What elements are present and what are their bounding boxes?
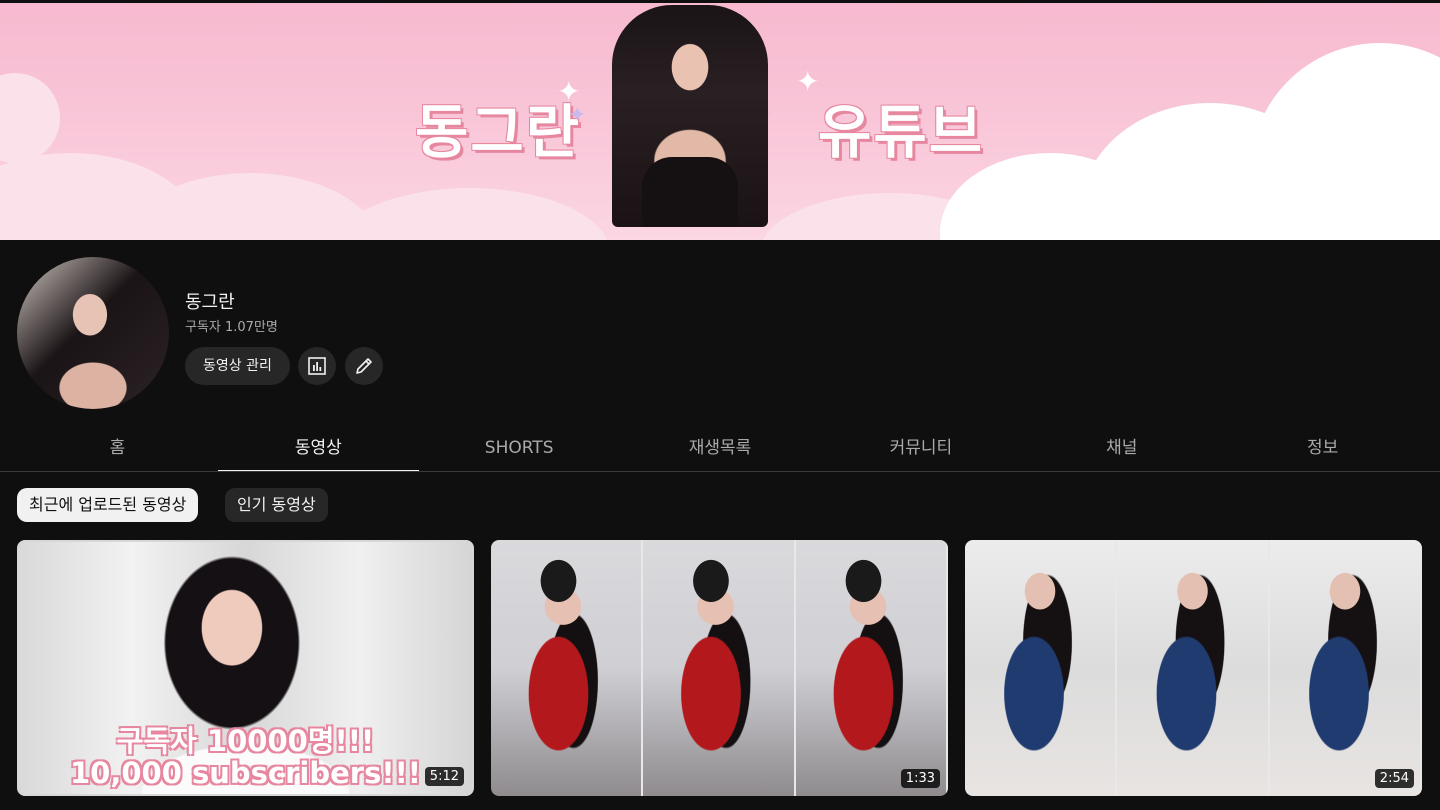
analytics-icon xyxy=(308,357,326,375)
channel-name: 동그란 xyxy=(185,292,235,313)
thumbnail-panel xyxy=(643,540,796,796)
thumbnail-panel xyxy=(1269,540,1422,796)
cloud-decoration xyxy=(330,188,610,240)
video-duration: 2:54 xyxy=(1374,769,1414,788)
thumbnail-panel xyxy=(1117,540,1270,796)
thumbnail-panel xyxy=(795,540,948,796)
tab-about[interactable]: 정보 xyxy=(1222,425,1423,471)
customize-channel-button[interactable] xyxy=(345,347,383,385)
tab-playlists[interactable]: 재생목록 xyxy=(620,425,821,471)
tab-shorts[interactable]: SHORTS xyxy=(419,425,620,471)
pencil-icon xyxy=(356,358,372,374)
subscriber-count: 구독자 1.07만명 xyxy=(185,320,278,335)
video-thumbnail[interactable]: 구독자 10000명!!! 10,000 subscribers!!! 5:12 xyxy=(17,540,474,796)
thumbnail-caption: 10,000 subscribers!!! xyxy=(69,756,422,790)
tab-videos[interactable]: 동영상 xyxy=(217,425,419,472)
tab-channels[interactable]: 채널 xyxy=(1021,425,1222,471)
tab-community[interactable]: 커뮤니티 xyxy=(820,425,1021,471)
video-thumbnail[interactable]: 2:54 xyxy=(965,540,1422,796)
video-duration: 1:33 xyxy=(900,769,940,788)
cloud-decoration xyxy=(0,73,60,163)
cloud-decoration xyxy=(1250,43,1440,240)
thumbnail-caption: 구독자 10000명!!! xyxy=(116,724,375,758)
channel-tabs: 홈 동영상 SHORTS 재생목록 커뮤니티 채널 정보 xyxy=(17,425,1423,472)
analytics-button[interactable] xyxy=(298,347,336,385)
chip-popular[interactable]: 인기 동영상 xyxy=(225,488,328,522)
video-duration: 5:12 xyxy=(424,767,464,786)
thumbnail-panel xyxy=(965,540,1118,796)
channel-banner: 동그란 유튜브 ✦ ✦ ✦ ✦ ✦ xyxy=(0,0,1440,240)
sparkle-icon: ✦ xyxy=(796,65,820,98)
banner-portrait xyxy=(612,5,768,227)
chip-recent-uploads[interactable]: 최근에 업로드된 동영상 xyxy=(17,488,199,522)
sparkle-icon: ✦ xyxy=(568,103,587,128)
video-thumbnail[interactable]: 1:33 xyxy=(491,540,948,796)
manage-videos-button[interactable]: 동영상 관리 xyxy=(185,347,290,385)
channel-avatar[interactable] xyxy=(17,257,169,409)
thumbnail-panel xyxy=(491,540,644,796)
banner-title-right: 유튜브 xyxy=(818,98,985,166)
tabs-divider xyxy=(0,471,1440,472)
tab-home[interactable]: 홈 xyxy=(17,425,218,471)
